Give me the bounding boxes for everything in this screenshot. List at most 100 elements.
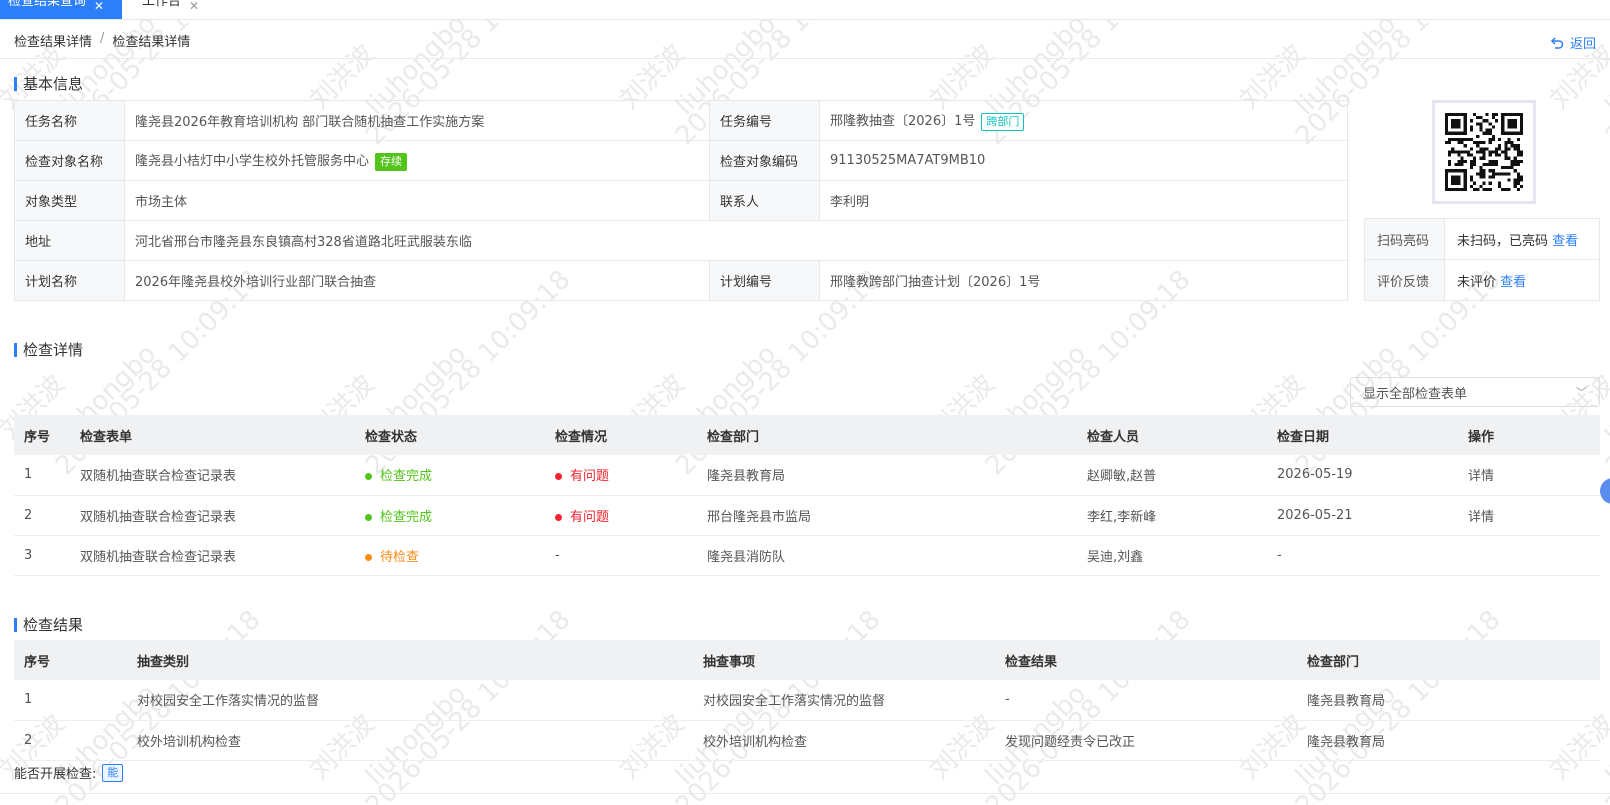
label: 对象类型 — [14, 180, 125, 221]
column-header: 检查部门 — [1297, 640, 1600, 680]
status-dot-icon — [365, 513, 372, 521]
label: 扫码亮码 — [1364, 218, 1445, 260]
table-row: 3 双随机抽查联合检查记录表 待检查 - 隆尧县消防队 吴迪,刘鑫 - — [14, 535, 1600, 576]
column-header: 检查部门 — [697, 415, 1077, 455]
tab-check-result-query[interactable]: 检查结果查询 ✕ — [0, 0, 122, 19]
column-header: 检查日期 — [1267, 415, 1458, 455]
divider — [0, 793, 1610, 794]
tab-label: 检查结果查询 — [8, 0, 87, 9]
qr-code-icon — [1445, 113, 1523, 191]
row-op — [1458, 535, 1600, 576]
divider — [0, 58, 1610, 59]
section-title-result: 检查结果 — [14, 614, 83, 635]
row-situation: - — [545, 535, 697, 576]
row-dept: 隆尧县教育局 — [1297, 680, 1600, 721]
label: 检查对象名称 — [14, 140, 125, 181]
row-result: 发现问题经责令已改正 — [995, 720, 1297, 761]
table-header-row: 序号 抽查类别 抽查事项 检查结果 检查部门 — [14, 640, 1600, 680]
column-header: 检查表单 — [70, 415, 355, 455]
close-icon[interactable]: ✕ — [189, 0, 199, 12]
tab-workbench[interactable]: 工作台 ✕ — [134, 0, 214, 19]
tab-bar: 检查结果查询 ✕ 工作台 ✕ — [0, 0, 1610, 20]
can-check-row: 能否开展检查: 能 — [14, 763, 124, 782]
row-people: 吴迪,刘鑫 — [1077, 535, 1267, 576]
scan-eval-table: 扫码亮码 未扫码，已亮码 查看 评价反馈 未评价 查看 — [1364, 218, 1600, 301]
status-cell: 检查完成 — [355, 455, 545, 496]
qr-code — [1432, 100, 1536, 204]
table-row: 1 双随机抽查联合检查记录表 检查完成 有问题 隆尧县教育局 赵卿敏,赵普 20… — [14, 455, 1600, 496]
row-no: 3 — [14, 535, 70, 576]
table-row: 2 双随机抽查联合检查记录表 检查完成 有问题 邢台隆尧县市监局 李红,李新峰 … — [14, 495, 1600, 536]
close-icon[interactable]: ✕ — [94, 0, 104, 12]
back-button[interactable]: 返回 — [1550, 33, 1596, 52]
watermark-text: 2026-05-28 10:09:18 — [1600, 0, 1610, 152]
address-value: 河北省邢台市隆尧县东良镇高村328省道路北旺武服装东临 — [124, 220, 1348, 261]
scan-cell: 未扫码，已亮码 查看 — [1444, 218, 1600, 260]
breadcrumb-separator: / — [100, 31, 105, 46]
situation-text: 有问题 — [570, 469, 610, 485]
can-check-label: 能否开展检查: — [14, 767, 97, 782]
obj-name-value: 隆尧县小桔灯中小学生校外托管服务中心 — [135, 154, 370, 170]
basic-info-table: 任务名称 隆尧县2026年教育培训机构 部门联合随机抽查工作实施方案 任务编号 … — [14, 100, 1348, 301]
section-title-detail: 检查详情 — [14, 339, 83, 360]
plan-no-value: 邢隆教跨部门抽查计划〔2026〕1号 — [819, 260, 1348, 301]
situation-text: 有问题 — [570, 509, 610, 525]
view-scan-link[interactable]: 查看 — [1552, 234, 1578, 249]
row-people: 赵卿敏,赵普 — [1077, 455, 1267, 496]
row-item: 校外培训机构检查 — [693, 720, 995, 761]
back-label: 返回 — [1569, 37, 1596, 52]
form-filter-select[interactable]: 显示全部检查表单 ﹀ — [1350, 377, 1600, 407]
row-dept: 隆尧县教育局 — [1297, 720, 1600, 761]
status-text: 待检查 — [380, 549, 420, 565]
watermark-text: 2026-05-28 10:09:18 — [1600, 605, 1610, 805]
label: 检查对象编码 — [709, 140, 820, 181]
tab-label: 工作台 — [142, 0, 182, 9]
plan-name-value: 2026年隆尧县校外培训行业部门联合抽查 — [124, 260, 710, 301]
row-category: 对校园安全工作落实情况的监督 — [127, 680, 693, 721]
status-dot-icon — [365, 553, 372, 561]
section-title-basic: 基本信息 — [14, 73, 83, 94]
status-text: 检查完成 — [380, 509, 433, 525]
status-cell: 检查完成 — [355, 495, 545, 536]
row-dept: 隆尧县教育局 — [697, 455, 1077, 496]
watermark-text: liuhongbo — [1600, 8, 1610, 122]
row-item: 对校园安全工作落实情况的监督 — [693, 680, 995, 721]
obj-type-value: 市场主体 — [124, 180, 710, 221]
row-category: 校外培训机构检查 — [127, 720, 693, 761]
row-form: 双随机抽查联合检查记录表 — [70, 535, 355, 576]
view-eval-link[interactable]: 查看 — [1500, 275, 1526, 290]
obj-code-value: 91130525MA7AT9MB10 — [819, 140, 1348, 181]
watermark-text: liuhongbo — [1600, 338, 1610, 452]
situation-cell: 有问题 — [545, 495, 697, 536]
scan-status: 未扫码，已亮码 — [1457, 233, 1549, 249]
result-table: 序号 抽查类别 抽查事项 检查结果 检查部门 1 对校园安全工作落实情况的监督 … — [14, 640, 1600, 761]
label: 计划名称 — [14, 260, 125, 301]
column-header: 检查人员 — [1077, 415, 1267, 455]
label: 任务编号 — [709, 100, 820, 141]
row-date: - — [1267, 535, 1458, 576]
status-badge: 存续 — [375, 152, 408, 171]
breadcrumb: 检查结果详情 / 检查结果详情 — [14, 31, 190, 50]
status-text: 检查完成 — [380, 469, 433, 485]
row-dept: 隆尧县消防队 — [697, 535, 1077, 576]
column-header: 序号 — [14, 415, 70, 455]
detail-link[interactable]: 详情 — [1458, 455, 1600, 496]
label: 地址 — [14, 220, 125, 261]
obj-name-cell: 隆尧县小桔灯中小学生校外托管服务中心 存续 — [124, 140, 710, 181]
contact-value: 李利明 — [819, 180, 1348, 221]
detail-link[interactable]: 详情 — [1458, 495, 1600, 536]
status-dot-icon — [365, 473, 372, 481]
watermark-text: 2026-05-28 10:09:18 — [1600, 265, 1610, 482]
floating-button[interactable] — [1600, 478, 1610, 504]
row-form: 双随机抽查联合检查记录表 — [70, 495, 355, 536]
task-name-value: 隆尧县2026年教育培训机构 部门联合随机抽查工作实施方案 — [124, 100, 710, 141]
can-check-badge: 能 — [102, 763, 124, 782]
row-people: 李红,李新峰 — [1077, 495, 1267, 536]
eval-status: 未评价 — [1457, 274, 1497, 290]
task-no-value: 邢隆教抽查〔2026〕1号 — [830, 114, 976, 130]
label: 计划编号 — [709, 260, 820, 301]
breadcrumb-item[interactable]: 检查结果详情 — [14, 31, 92, 50]
column-header: 抽查类别 — [127, 640, 693, 680]
situation-cell: 有问题 — [545, 455, 697, 496]
column-header: 操作 — [1458, 415, 1600, 455]
